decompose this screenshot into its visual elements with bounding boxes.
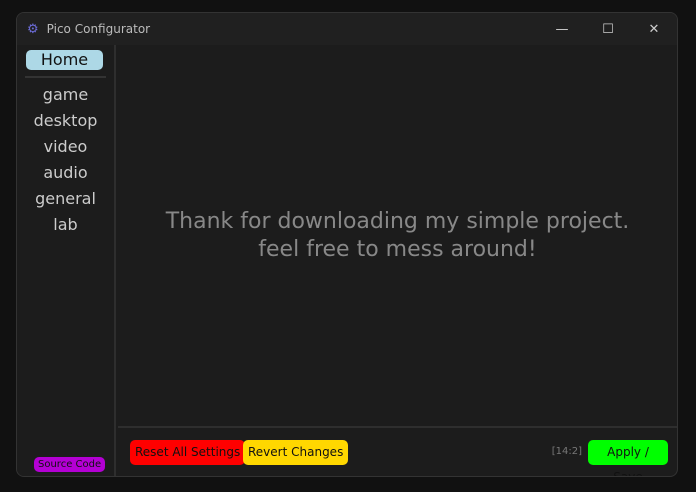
welcome-line-2: feel free to mess around! <box>258 236 537 262</box>
sidebar-item-lab[interactable]: lab <box>17 212 114 238</box>
apply-save-button[interactable]: Apply / Save <box>588 440 668 476</box>
gear-icon: ⚙ <box>27 21 39 37</box>
welcome-line-1: Thank for downloading my simple project. <box>165 208 630 234</box>
maximize-button[interactable]: ☐ <box>585 13 631 45</box>
close-button[interactable]: ✕ <box>631 13 677 45</box>
app-window: ⚙ Pico Configurator — ☐ ✕ Home game desk… <box>16 12 678 477</box>
sidebar-item-home[interactable]: Home <box>26 50 103 70</box>
revert-changes-button[interactable]: Revert Changes <box>243 440 349 465</box>
window-title: Pico Configurator <box>46 22 151 36</box>
sidebar-item-video[interactable]: video <box>17 134 114 160</box>
source-code-button[interactable]: Source Code <box>34 457 106 472</box>
sidebar-item-audio[interactable]: audio <box>17 160 114 186</box>
reset-all-settings-button[interactable]: Reset All Settings <box>130 440 246 465</box>
divider <box>25 76 106 78</box>
sidebar: Home game desktop video audio general la… <box>17 45 116 476</box>
sidebar-item-desktop[interactable]: desktop <box>17 108 114 134</box>
version-label: [14:2] <box>551 446 582 457</box>
footer: Reset All Settings Revert Changes [14:2]… <box>118 426 677 476</box>
title-bar: ⚙ Pico Configurator — ☐ ✕ <box>17 13 677 45</box>
sidebar-item-general[interactable]: general <box>17 186 114 212</box>
welcome-message: Thank for downloading my simple project.… <box>118 45 677 426</box>
minimize-button[interactable]: — <box>539 13 585 45</box>
sidebar-item-game[interactable]: game <box>17 82 114 108</box>
